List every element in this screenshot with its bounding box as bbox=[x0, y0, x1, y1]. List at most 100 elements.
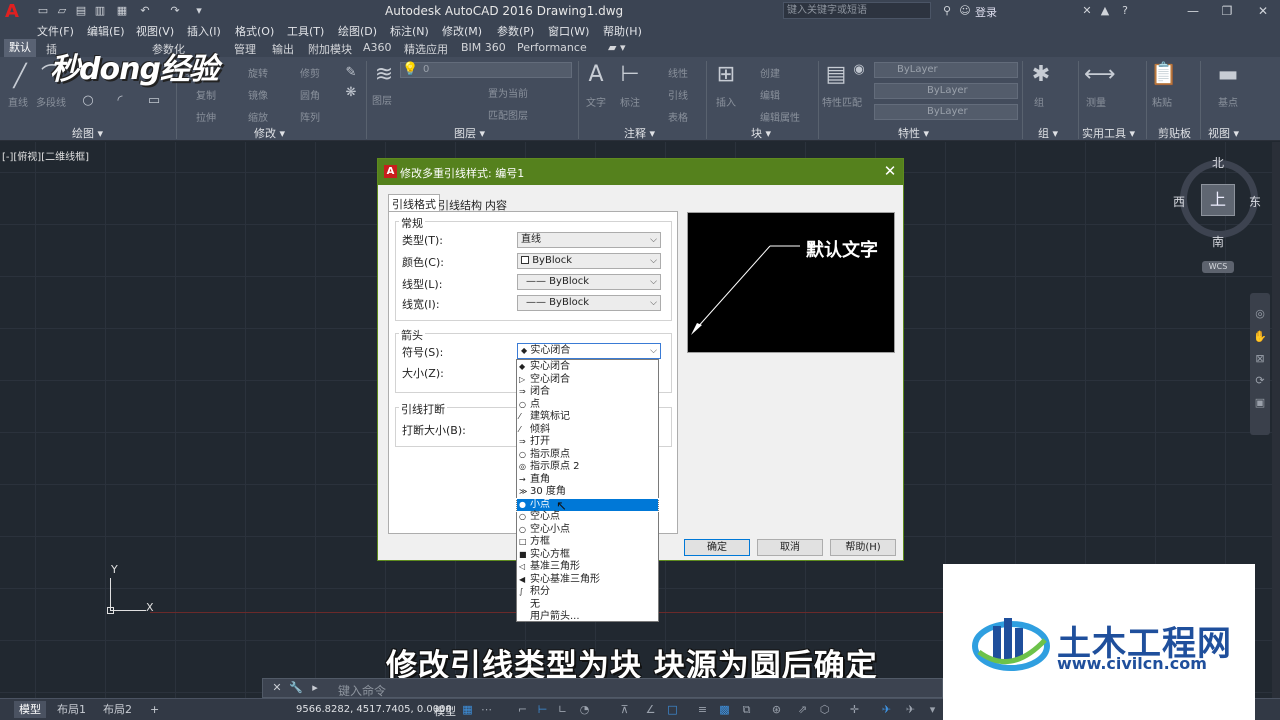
maximize-button[interactable]: ❐ bbox=[1210, 0, 1244, 22]
minimize-button[interactable]: — bbox=[1176, 0, 1210, 22]
compass-east[interactable]: 东 bbox=[1249, 193, 1261, 210]
arrowhead-option[interactable]: ⁄ 倾斜 bbox=[517, 424, 658, 437]
dialog-title-bar[interactable]: A 修改多重引线样式: 编号1 ✕ bbox=[378, 159, 903, 185]
polar-icon[interactable]: ◔ bbox=[578, 703, 591, 716]
erase-icon[interactable]: ✎ bbox=[343, 65, 359, 81]
command-prompt-icon[interactable]: ▸ bbox=[309, 682, 321, 694]
customize-icon[interactable]: 🔧 bbox=[289, 682, 303, 694]
user-icon[interactable]: ☺ bbox=[958, 4, 972, 17]
create-block-label[interactable]: 创建 bbox=[760, 65, 780, 80]
text-tool-icon[interactable]: A bbox=[582, 61, 610, 89]
circle-tool-icon[interactable]: ○ bbox=[80, 93, 96, 109]
help-button[interactable]: 帮助(H) bbox=[830, 539, 896, 556]
model-space-toggle[interactable]: 模型 bbox=[434, 703, 456, 719]
login-link[interactable]: 登录 bbox=[975, 4, 997, 20]
group-icon[interactable]: ✱ bbox=[1027, 61, 1055, 89]
ribbon-options-icon[interactable]: ▰ ▾ bbox=[608, 41, 625, 54]
arrowhead-option[interactable]: ◎ 指示原点 2 bbox=[517, 461, 658, 474]
grid-icon[interactable]: ▦ bbox=[461, 703, 474, 716]
tab-a360[interactable]: A360 bbox=[363, 41, 392, 54]
tab-manage[interactable]: 管理 bbox=[234, 41, 256, 57]
linear-label[interactable]: 线性 bbox=[668, 65, 688, 80]
showmotion-icon[interactable]: ▣ bbox=[1253, 396, 1267, 410]
menu-help[interactable]: 帮助(H) bbox=[603, 23, 642, 39]
arrowhead-option[interactable]: ○ 空心小点 bbox=[517, 524, 658, 537]
binoculars-icon[interactable]: ⚲ bbox=[940, 4, 954, 17]
gizmo-icon[interactable]: ✛ bbox=[848, 703, 861, 716]
set-current-label[interactable]: 置为当前 bbox=[488, 85, 528, 100]
match-properties-icon[interactable]: ▤ bbox=[822, 61, 850, 89]
orbit-icon[interactable]: ⟳ bbox=[1253, 374, 1267, 388]
dynamic-ucs-icon[interactable]: ⇗ bbox=[796, 703, 809, 716]
tab-bim360[interactable]: BIM 360 bbox=[461, 41, 506, 54]
arrowhead-option[interactable]: ◁ 基准三角形 bbox=[517, 561, 658, 574]
linetype-dropdown[interactable]: ByLayer bbox=[874, 83, 1018, 99]
command-input[interactable]: 键入命令 bbox=[338, 682, 386, 699]
rotate-label[interactable]: 旋转 bbox=[248, 65, 268, 80]
type-dropdown[interactable]: 直线 ⌵ bbox=[517, 232, 661, 248]
arrowhead-option[interactable]: → 直角 bbox=[517, 474, 658, 487]
arrowhead-option[interactable]: ● 小点 bbox=[516, 497, 659, 512]
menu-modify[interactable]: 修改(M) bbox=[442, 23, 482, 39]
base-view-icon[interactable]: ▬ bbox=[1214, 61, 1242, 89]
save-icon[interactable]: ▤ bbox=[74, 4, 88, 17]
lineweight-dropdown[interactable]: —— ByBlock ⌵ bbox=[517, 295, 661, 311]
menu-file[interactable]: 文件(F) bbox=[37, 23, 74, 39]
arrowhead-option[interactable]: 用户箭头... bbox=[517, 611, 658, 624]
arrowhead-option[interactable]: ◀ 实心基准三角形 bbox=[517, 574, 658, 587]
arrowhead-option[interactable]: 无 bbox=[517, 599, 658, 612]
panel-annotation-label[interactable]: 注释 ▾ bbox=[624, 125, 655, 141]
tab-performance[interactable]: Performance bbox=[517, 41, 587, 54]
panel-view-label[interactable]: 视图 ▾ bbox=[1208, 125, 1239, 141]
tab-default[interactable]: 默认 bbox=[4, 39, 36, 57]
arrowhead-symbol-dropdown[interactable]: ◆ 实心闭合 ⌵ bbox=[517, 343, 661, 359]
table-label[interactable]: 表格 bbox=[668, 109, 688, 124]
window-close-button[interactable]: ✕ bbox=[1246, 0, 1280, 22]
compass-west[interactable]: 西 bbox=[1173, 193, 1185, 210]
arrowhead-option[interactable]: ⁄ 建筑标记 bbox=[517, 411, 658, 424]
ok-button[interactable]: 确定 bbox=[684, 539, 750, 556]
layer-dropdown[interactable]: 0 bbox=[400, 62, 572, 78]
menu-tools[interactable]: 工具(T) bbox=[287, 23, 324, 39]
help-icon[interactable]: ? bbox=[1118, 4, 1132, 17]
arrowhead-option[interactable]: ▷ 空心闭合 bbox=[517, 374, 658, 387]
viewport-controls[interactable]: [-][俯视][二维线框] bbox=[2, 148, 89, 163]
menu-insert[interactable]: 插入(I) bbox=[187, 23, 221, 39]
trim-label[interactable]: 修剪 bbox=[300, 65, 320, 80]
menu-draw[interactable]: 绘图(D) bbox=[338, 23, 377, 39]
tab-leader-format[interactable]: 引线格式 bbox=[388, 194, 440, 212]
stretch-label[interactable]: 拉伸 bbox=[196, 109, 216, 124]
color-dropdown[interactable]: ByBlock ⌵ bbox=[517, 253, 661, 269]
edit-attributes-label[interactable]: 编辑属性 bbox=[760, 109, 800, 124]
tab-featured-apps[interactable]: 精选应用 bbox=[404, 41, 448, 57]
auto-scale-icon[interactable]: ✈ bbox=[904, 703, 917, 716]
layout-tab-layout1[interactable]: 布局1 bbox=[52, 701, 91, 718]
panel-group-label[interactable]: 组 ▾ bbox=[1038, 125, 1058, 141]
rectangle-tool-icon[interactable]: ▭ bbox=[146, 93, 162, 109]
tab-output[interactable]: 输出 bbox=[272, 41, 294, 57]
redo-icon[interactable]: ↷ bbox=[168, 4, 182, 17]
layout-tab-model[interactable]: 模型 bbox=[14, 701, 46, 718]
selection-filter-icon[interactable]: ⬡ bbox=[818, 703, 831, 716]
infer-constraints-icon[interactable]: ⌐ bbox=[516, 703, 529, 716]
mirror-label[interactable]: 镜像 bbox=[248, 87, 268, 102]
panel-properties-label[interactable]: 特性 ▾ bbox=[898, 125, 929, 141]
undo-icon[interactable]: ↶ bbox=[138, 4, 152, 17]
layout-tab-layout2[interactable]: 布局2 bbox=[98, 701, 137, 718]
color-dropdown[interactable]: ByLayer bbox=[874, 62, 1018, 78]
menu-edit[interactable]: 编辑(E) bbox=[87, 23, 125, 39]
object-snap-icon[interactable]: □ bbox=[666, 703, 679, 716]
color-wheel-icon[interactable]: ◉ bbox=[851, 62, 867, 78]
wcs-menu[interactable]: WCS bbox=[1202, 261, 1234, 273]
edit-block-label[interactable]: 编辑 bbox=[760, 87, 780, 102]
arrowhead-option[interactable]: ○ 点 bbox=[517, 399, 658, 412]
open-file-icon[interactable]: ▱ bbox=[55, 4, 69, 17]
copy-label[interactable]: 复制 bbox=[196, 87, 216, 102]
linetype-dropdown[interactable]: —— ByBlock ⌵ bbox=[517, 274, 661, 290]
arrowhead-option[interactable]: □ 方框 bbox=[517, 536, 658, 549]
panel-modify-label[interactable]: 修改 ▾ bbox=[254, 125, 285, 141]
match-layer-label[interactable]: 匹配图层 bbox=[488, 107, 528, 122]
arc-tool-icon[interactable]: ◜ bbox=[112, 93, 128, 109]
tab-content[interactable]: 内容 bbox=[482, 196, 510, 212]
close-command-icon[interactable]: ✕ bbox=[271, 682, 283, 694]
